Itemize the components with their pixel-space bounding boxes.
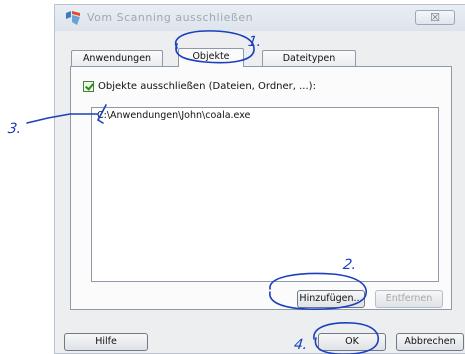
title-bar: Vom Scanning ausschließen ☒ bbox=[55, 5, 465, 31]
list-item[interactable]: C:\Anwendungen\John\coala.exe bbox=[97, 110, 250, 121]
tab-dateitypen[interactable]: Dateitypen bbox=[262, 50, 356, 67]
window-title: Vom Scanning ausschließen bbox=[87, 11, 254, 24]
add-button[interactable]: Hinzufügen... bbox=[297, 290, 365, 308]
tab-objekte[interactable]: Objekte bbox=[178, 48, 244, 67]
annotation-label-3: 3. bbox=[6, 121, 23, 137]
objects-list[interactable]: C:\Anwendungen\John\coala.exe bbox=[91, 107, 439, 282]
remove-button: Entfernen bbox=[375, 290, 443, 308]
tab-anwendungen[interactable]: Anwendungen bbox=[71, 50, 163, 67]
annotation-label-1: 1. bbox=[246, 34, 263, 50]
exclude-objects-option[interactable]: Objekte ausschließen (Dateien, Ordner, .… bbox=[83, 81, 316, 92]
cancel-button[interactable]: Abbrechen bbox=[396, 333, 464, 351]
objects-panel: Objekte ausschließen (Dateien, Ordner, .… bbox=[70, 66, 452, 310]
ok-button[interactable]: OK bbox=[318, 333, 386, 351]
close-button[interactable]: ☒ bbox=[415, 10, 455, 25]
annotation-label-2: 2. bbox=[341, 257, 358, 273]
exclude-objects-label: Objekte ausschließen (Dateien, Ordner, .… bbox=[98, 81, 316, 92]
help-button[interactable]: Hilfe bbox=[64, 333, 148, 351]
shield-icon bbox=[66, 11, 80, 25]
exclude-objects-checkbox[interactable] bbox=[83, 81, 94, 92]
annotation-label-4: 4. bbox=[292, 337, 309, 353]
